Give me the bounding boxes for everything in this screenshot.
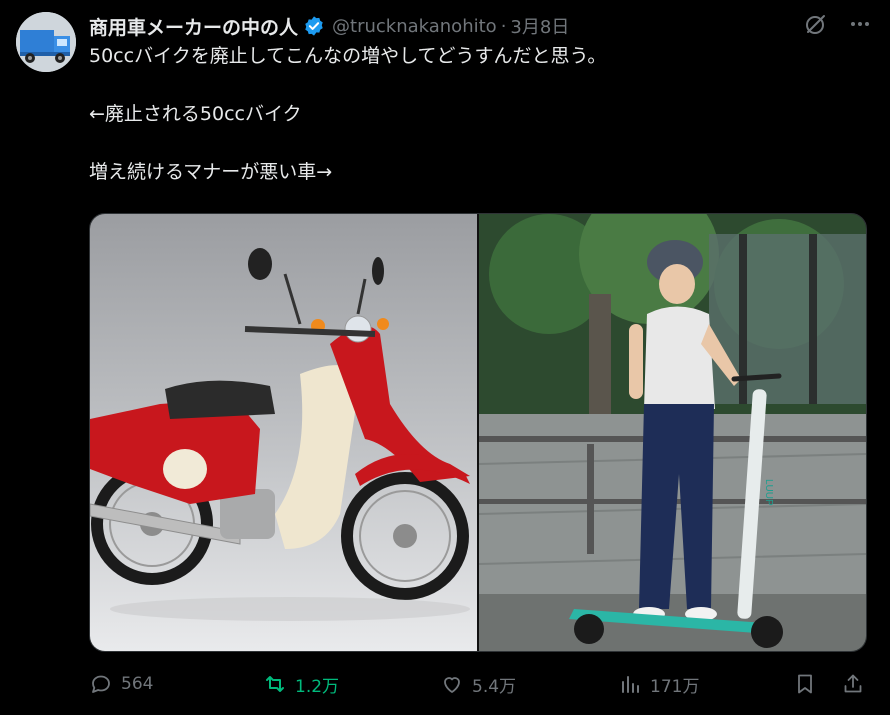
like-count: 5.4万 (472, 676, 517, 697)
tweet-header: 商用車メーカーの中の人 @trucknakanohito · 3月8日 (89, 11, 890, 41)
reply-count: 564 (121, 674, 154, 694)
tweet-text: 50ccバイクを廃止してこんなの増やしてどうすんだと思う。 ←廃止される50cc… (89, 42, 869, 187)
more-options-icon[interactable] (848, 12, 872, 36)
tweet-line-blank (89, 129, 869, 158)
header-separator: · (500, 15, 507, 37)
share-icon (841, 672, 865, 696)
truck-avatar-icon (16, 12, 76, 72)
like-button[interactable]: 5.4万 (440, 668, 516, 700)
bookmark-button[interactable] (793, 668, 825, 700)
media-image-motorbike[interactable] (90, 214, 477, 651)
tweet-line: 増え続けるマナーが悪い車→ (89, 161, 333, 183)
scooter-brand-label: LUUP (763, 479, 774, 506)
heart-icon (440, 672, 464, 696)
author-avatar[interactable] (16, 12, 76, 72)
retweet-button[interactable]: 1.2万 (263, 668, 339, 700)
author-handle[interactable]: @trucknakanohito (332, 16, 497, 37)
grok-icon[interactable] (804, 12, 828, 36)
tweet-line-blank (89, 71, 869, 100)
bookmark-icon (793, 672, 817, 696)
tweet-line: 50ccバイクを廃止してこんなの増やしてどうすんだと思う。 (89, 45, 607, 67)
tweet-action-bar: 564 1.2万 5.4万 171万 (89, 668, 869, 700)
verified-badge-icon[interactable] (303, 15, 325, 37)
views-chart-icon (618, 672, 642, 696)
tweet-date[interactable]: 3月8日 (510, 13, 569, 39)
motorbike-illustration (90, 214, 477, 651)
media-image-kickscooter[interactable]: LUUP (479, 214, 866, 651)
kickscooter-photo-illustration: LUUP (479, 214, 866, 651)
tweet-line: ←廃止される50ccバイク (89, 103, 302, 125)
author-display-name[interactable]: 商用車メーカーの中の人 (89, 13, 298, 40)
views-button[interactable]: 171万 (618, 668, 699, 700)
reply-button[interactable]: 564 (89, 668, 153, 700)
retweet-count: 1.2万 (295, 676, 340, 697)
tweet-media: LUUP (89, 213, 867, 652)
share-button[interactable] (841, 668, 873, 700)
views-count: 171万 (650, 676, 700, 697)
reply-icon (89, 672, 113, 696)
retweet-icon (263, 672, 287, 696)
tweet-top-actions (804, 12, 872, 36)
